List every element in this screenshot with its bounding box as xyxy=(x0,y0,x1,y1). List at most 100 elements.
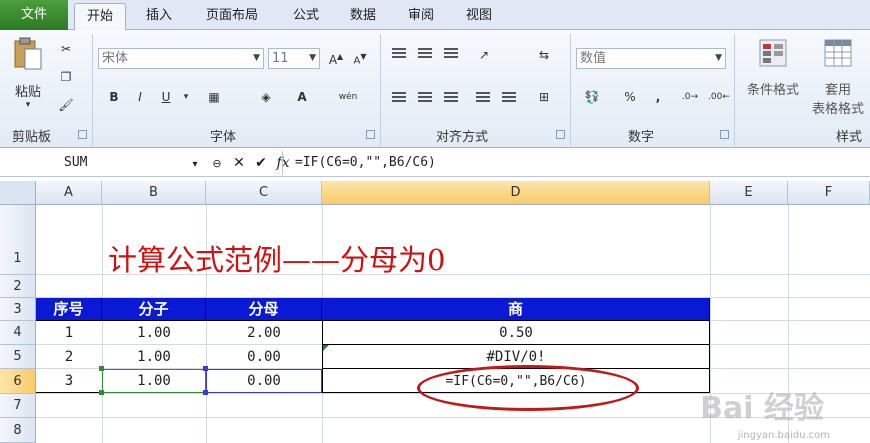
cancel-icon[interactable]: ✕ xyxy=(228,152,250,174)
font-size-combo[interactable]: 11 ▼ xyxy=(268,48,320,69)
column-header-c[interactable]: C xyxy=(206,181,322,205)
table-header-numerator[interactable]: 分子 xyxy=(102,298,206,321)
number-launcher-icon[interactable] xyxy=(720,130,729,139)
cell-d4[interactable]: 0.50 xyxy=(322,321,710,345)
chevron-down-icon: ▼ xyxy=(253,53,260,63)
tab-view[interactable]: 视图 xyxy=(454,3,504,30)
cell-a5[interactable]: 2 xyxy=(36,345,102,369)
align-left-icon[interactable] xyxy=(392,92,406,104)
group-separator xyxy=(570,34,571,146)
group-separator xyxy=(380,34,381,146)
column-header-a[interactable]: A xyxy=(36,181,102,205)
row-header-6[interactable]: 6 xyxy=(0,369,36,394)
align-right-icon[interactable] xyxy=(444,92,458,104)
increase-decimal-icon[interactable]: .0→ xyxy=(680,88,700,106)
select-all-corner[interactable] xyxy=(0,181,36,205)
font-color-icon[interactable]: A xyxy=(292,88,312,106)
decrease-decimal-icon[interactable]: .00← xyxy=(708,88,730,106)
cell-c4[interactable]: 2.00 xyxy=(206,321,322,345)
shrink-font-icon[interactable]: A▼ xyxy=(350,48,370,66)
align-bottom-icon[interactable] xyxy=(444,48,458,60)
group-separator xyxy=(92,34,93,146)
format-painter-icon[interactable]: 🖌 xyxy=(56,96,76,114)
tab-insert[interactable]: 插入 xyxy=(134,3,184,30)
fill-color-icon[interactable]: ◈ xyxy=(256,88,276,106)
grow-font-icon[interactable]: A▲ xyxy=(326,48,346,67)
tab-home[interactable]: 开始 xyxy=(74,3,126,31)
align-launcher-icon[interactable] xyxy=(556,130,565,139)
name-box-dropdown-icon[interactable]: ▾ xyxy=(184,154,206,176)
clipboard-group-label: 剪贴板 xyxy=(12,130,52,145)
align-group-label: 对齐方式 xyxy=(436,130,489,145)
clipboard-launcher-icon[interactable] xyxy=(78,130,87,139)
cell-b5[interactable]: 1.00 xyxy=(102,345,206,369)
increase-indent-icon[interactable] xyxy=(502,92,516,104)
spreadsheet-grid: A B C D E F 1 2 3 4 5 6 7 8 计算公式范例——分母为0… xyxy=(0,181,870,443)
decrease-indent-icon[interactable] xyxy=(476,92,490,104)
row-header-5[interactable]: 5 xyxy=(0,345,36,369)
bold-button[interactable]: B xyxy=(104,88,124,106)
merge-center-icon[interactable]: ⊞ xyxy=(534,88,554,106)
row-header-8[interactable]: 8 xyxy=(0,418,36,443)
range-handle[interactable] xyxy=(203,366,208,371)
table-header-index[interactable]: 序号 xyxy=(36,298,102,321)
tab-file[interactable]: 文件 xyxy=(0,0,68,30)
cell-a6[interactable]: 3 xyxy=(36,369,102,394)
align-center-icon[interactable] xyxy=(418,92,432,104)
cell-c6[interactable]: 0.00 xyxy=(206,369,322,393)
row-header-7[interactable]: 7 xyxy=(0,394,36,418)
error-indicator-icon xyxy=(323,345,329,351)
row-header-2[interactable]: 2 xyxy=(0,275,36,298)
chevron-down-icon[interactable]: ▾ xyxy=(176,88,196,106)
expand-icon[interactable]: ⊖ xyxy=(206,153,228,175)
tab-data[interactable]: 数据 xyxy=(338,3,388,30)
row-header-1[interactable]: 1 xyxy=(0,205,36,275)
column-header-d[interactable]: D xyxy=(322,181,710,205)
column-header-e[interactable]: E xyxy=(710,181,788,205)
font-name-combo[interactable]: 宋体 ▼ xyxy=(98,48,264,69)
range-handle[interactable] xyxy=(203,390,208,395)
range-handle[interactable] xyxy=(99,390,104,395)
tab-formulas[interactable]: 公式 xyxy=(282,3,330,30)
cell-c5[interactable]: 0.00 xyxy=(206,345,322,369)
currency-icon[interactable]: 💱 xyxy=(582,88,602,106)
tab-page-layout[interactable]: 页面布局 xyxy=(196,3,268,30)
font-launcher-icon[interactable] xyxy=(366,130,375,139)
column-header-b[interactable]: B xyxy=(102,181,206,205)
phonetic-icon[interactable]: wén xyxy=(338,88,358,106)
group-separator xyxy=(734,34,735,146)
comma-button[interactable]: , xyxy=(648,88,668,106)
borders-icon[interactable]: ▦ xyxy=(204,88,224,106)
enter-icon[interactable]: ✔ xyxy=(250,152,272,174)
align-middle-icon[interactable] xyxy=(418,48,432,60)
cell-b6[interactable]: 1.00 xyxy=(102,369,206,393)
cell-a4[interactable]: 1 xyxy=(36,321,102,345)
wrap-text-icon[interactable]: ⇆ xyxy=(534,46,554,64)
cell-b4[interactable]: 1.00 xyxy=(102,321,206,345)
conditional-format-button[interactable]: 条件格式 xyxy=(740,38,806,122)
range-handle[interactable] xyxy=(99,366,104,371)
paste-button[interactable]: 粘贴 ▾ xyxy=(8,36,48,116)
percent-button[interactable]: % xyxy=(620,88,640,106)
row-header-4[interactable]: 4 xyxy=(0,321,36,345)
table-header-quotient[interactable]: 商 xyxy=(322,298,710,321)
formula-text: =IF(C6=0,"",B6/C6) xyxy=(295,155,436,170)
underline-button[interactable]: U xyxy=(156,88,176,106)
orientation-icon[interactable]: ↗ xyxy=(474,46,494,64)
formula-input[interactable]: =IF(C6=0,"",B6/C6) xyxy=(282,151,868,175)
column-header-f[interactable]: F xyxy=(788,181,870,205)
name-box[interactable]: SUM xyxy=(2,152,174,174)
table-format-icon xyxy=(824,39,852,67)
italic-button[interactable]: I xyxy=(130,88,150,106)
number-format-combo[interactable]: 数值 ▼ xyxy=(576,48,726,69)
highlight-oval xyxy=(417,365,639,411)
cut-icon[interactable]: ✂ xyxy=(56,40,76,58)
copy-icon[interactable]: ❐ xyxy=(56,68,76,86)
font-group-label: 字体 xyxy=(210,130,237,145)
tab-review[interactable]: 审阅 xyxy=(396,3,446,30)
chevron-down-icon: ▼ xyxy=(309,53,316,63)
table-header-denominator[interactable]: 分母 xyxy=(206,298,322,321)
format-as-table-button[interactable]: 套用 表格格式 xyxy=(806,38,870,124)
align-top-icon[interactable] xyxy=(392,48,406,60)
row-header-3[interactable]: 3 xyxy=(0,298,36,321)
